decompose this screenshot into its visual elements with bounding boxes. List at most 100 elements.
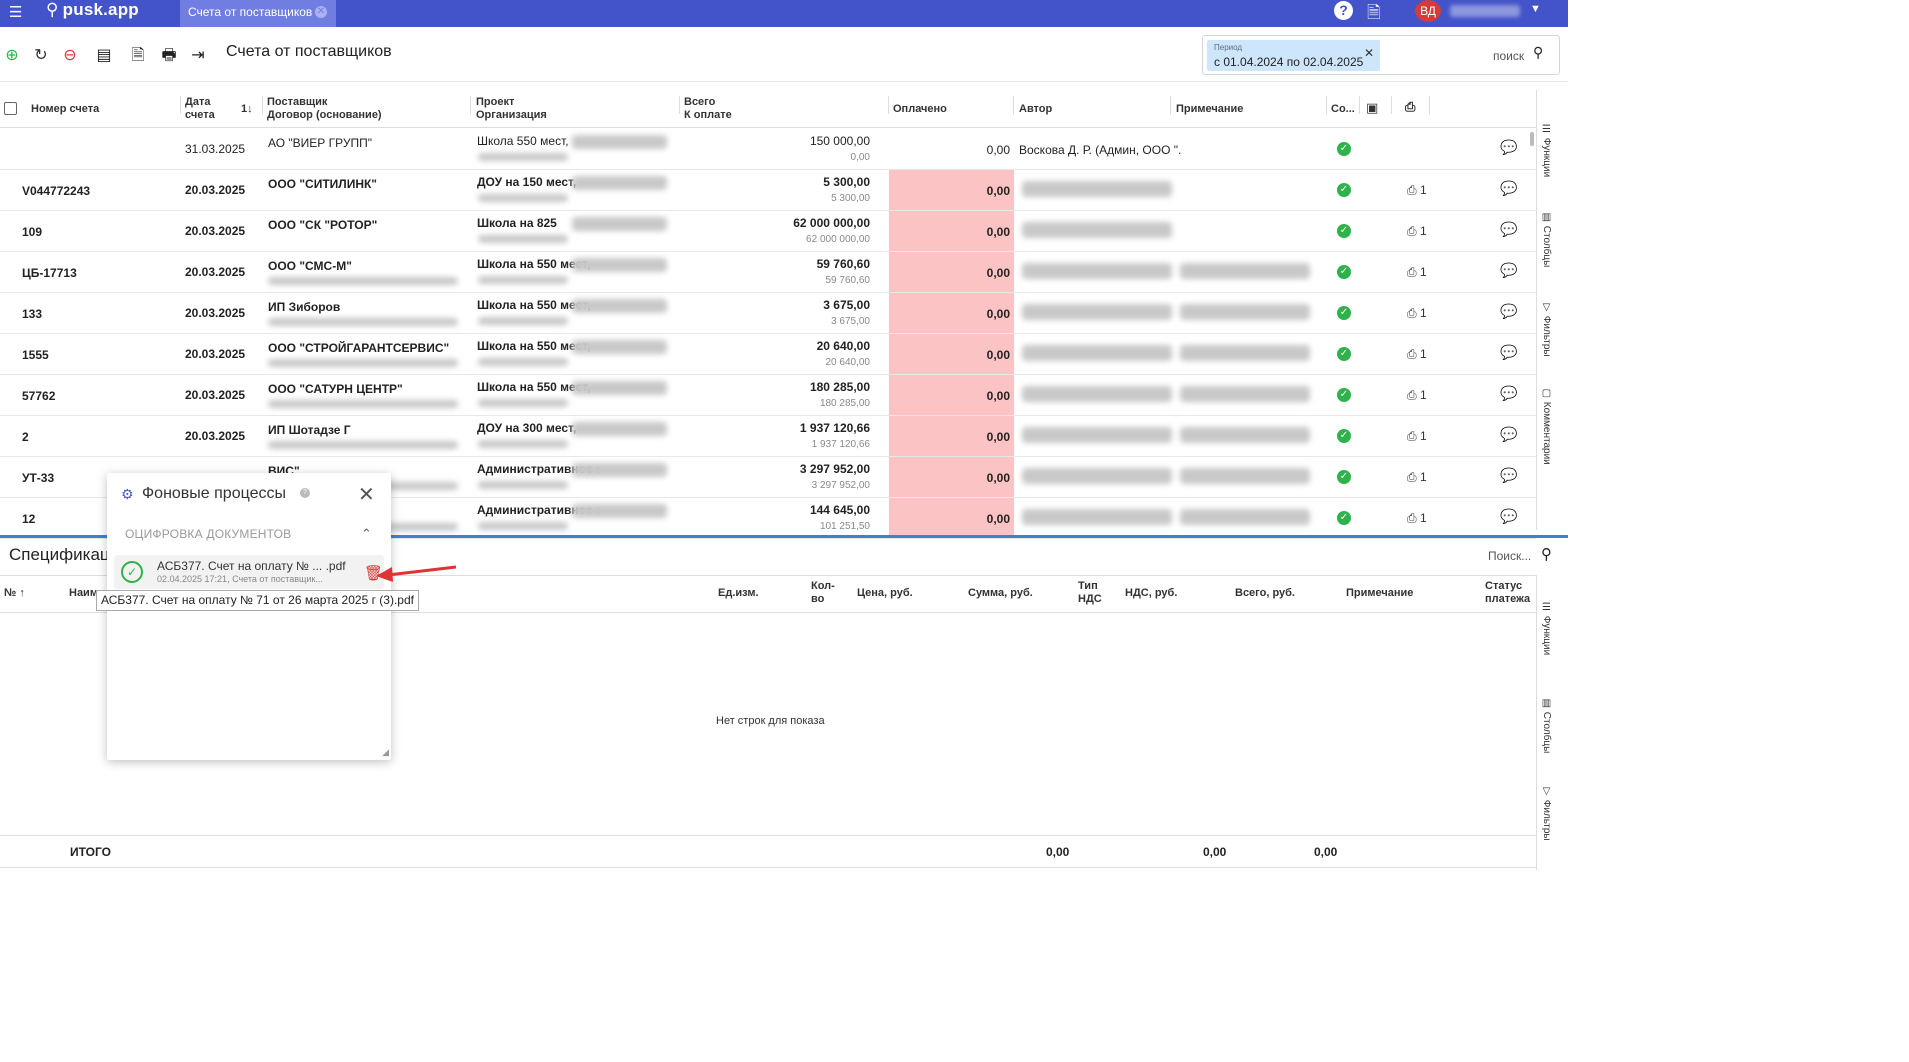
comment-icon[interactable]: 💬 xyxy=(1500,139,1517,156)
period-filter[interactable]: Период с 01.04.2024 по 02.04.2025 ✕ поис… xyxy=(1202,35,1560,75)
comment-icon[interactable]: 💬 xyxy=(1500,385,1517,402)
table-row[interactable]: 2 20.03.2025 ИП Шотадзе Г ДОУ на 300 мест, 1… xyxy=(0,416,1536,457)
attachment-count[interactable]: ⎙ 1 xyxy=(1407,388,1427,403)
chevron-up-icon[interactable]: ⌃ xyxy=(361,526,372,542)
resize-grip-icon[interactable]: ◢ xyxy=(382,747,389,758)
process-item-name: АСБ377. Счет на оплату № ... .pdf xyxy=(157,559,346,573)
spec-col-sum[interactable]: Сумма, руб. xyxy=(968,587,1033,600)
user-name-blurred[interactable] xyxy=(1450,5,1520,17)
spec-col-status-line2: платежа xyxy=(1485,593,1531,605)
spec-col-status[interactable]: Статус платежа xyxy=(1485,580,1530,606)
col-supplier[interactable]: Поставщик Договор (основание) xyxy=(267,96,382,122)
attachment-count[interactable]: ⎙ 1 xyxy=(1407,429,1427,444)
spec-search-placeholder[interactable]: Поиск... xyxy=(1488,549,1531,563)
spec-col-qty[interactable]: Кол-во xyxy=(811,580,835,606)
col-attachment-icon[interactable]: ⎙ xyxy=(1405,100,1415,113)
avatar[interactable]: ВД xyxy=(1415,0,1441,22)
col-paid[interactable]: Оплачено xyxy=(893,103,947,116)
document-icon[interactable]: 🗎 xyxy=(1367,0,1381,29)
table-row[interactable]: ЦБ-17713 20.03.2025 ООО "СМС-М" Школа на 55… xyxy=(0,252,1536,293)
help-icon[interactable]: ? xyxy=(1334,1,1353,20)
col-docs-icon[interactable]: ▣ xyxy=(1366,101,1378,114)
col-date[interactable]: Дата счета xyxy=(185,96,215,122)
col-number[interactable]: Номер счета xyxy=(31,103,99,116)
close-icon[interactable]: ✕ xyxy=(358,482,375,507)
comment-icon[interactable]: 💬 xyxy=(1500,426,1517,443)
side-tab-functions[interactable]: ☰ Функции xyxy=(1541,124,1552,177)
col-note[interactable]: Примечание xyxy=(1176,103,1243,116)
process-item[interactable]: ✓ АСБ377. Счет на оплату № ... .pdf 02.0… xyxy=(114,555,384,589)
redacted-text xyxy=(478,481,568,489)
comment-icon[interactable]: 💬 xyxy=(1500,508,1517,525)
attachment-count[interactable]: ⎙ 1 xyxy=(1407,511,1427,526)
tab-suppliers-invoices[interactable]: Счета от поставщиков ✕ xyxy=(180,0,336,27)
help-icon[interactable]: ? xyxy=(300,488,310,498)
close-tab-icon[interactable]: ✕ xyxy=(315,6,327,18)
list-icon[interactable]: ▤ xyxy=(95,47,113,65)
comment-icon[interactable]: 💬 xyxy=(1500,180,1517,197)
col-author[interactable]: Автор xyxy=(1019,103,1052,116)
spec-col-note[interactable]: Примечание xyxy=(1346,587,1413,600)
export-icon[interactable]: ⇥ xyxy=(189,47,207,65)
attachment-count[interactable]: ⎙ 1 xyxy=(1407,347,1427,362)
table-row[interactable]: 109 20.03.2025 ООО "СК "РОТОР" Школа на 825… xyxy=(0,211,1536,252)
col-total[interactable]: Всего К оплате xyxy=(684,96,732,122)
comment-icon[interactable]: 💬 xyxy=(1500,467,1517,484)
row-paid: 0,00 xyxy=(986,389,1010,403)
period-chip[interactable]: Период с 01.04.2024 по 02.04.2025 ✕ xyxy=(1207,40,1380,71)
attachment-count[interactable]: ⎙ 1 xyxy=(1407,306,1427,321)
spec-col-vat[interactable]: НДС, руб. xyxy=(1125,587,1177,600)
print-icon[interactable]: 🖶 xyxy=(160,47,178,65)
table-row[interactable]: 133 20.03.2025 ИП Зиборов Школа на 550 мест… xyxy=(0,293,1536,334)
row-topay: 59 760,60 xyxy=(825,275,871,286)
comment-icon[interactable]: 💬 xyxy=(1500,262,1517,279)
col-project-line1: Проект xyxy=(476,96,515,108)
table-row[interactable]: 1555 20.03.2025 ООО "СТРОЙГАРАНТСЕРВИС" Шко… xyxy=(0,334,1536,375)
side-tab-filters[interactable]: ▽ Фильтры xyxy=(1541,302,1552,357)
scrollbar-thumb[interactable] xyxy=(1530,132,1534,146)
clear-period-icon[interactable]: ✕ xyxy=(1364,46,1374,60)
sort-indicator[interactable]: 1↓ xyxy=(241,103,253,116)
comment-icon[interactable]: 💬 xyxy=(1500,221,1517,238)
spec-col-name[interactable]: Наим xyxy=(69,587,98,600)
comment-icon[interactable]: 💬 xyxy=(1500,303,1517,320)
attachment-count[interactable]: ⎙ 1 xyxy=(1407,470,1427,485)
spec-side-tab-filters[interactable]: ▽ Фильтры xyxy=(1541,786,1552,841)
search-icon[interactable]: ⚲ xyxy=(1533,44,1543,61)
spec-filter-icon: ▽ xyxy=(1541,786,1552,800)
col-project[interactable]: Проект Организация xyxy=(476,96,547,122)
app-logo[interactable]: ⚲ pusk.app xyxy=(46,0,139,27)
spec-col-vat-type[interactable]: Тип НДС xyxy=(1078,580,1102,606)
refresh-icon[interactable]: ↻ xyxy=(32,47,50,65)
col-co[interactable]: Со... xyxy=(1331,103,1355,116)
table-row[interactable]: 31.03.2025 АО "ВИЕР ГРУПП" Школа 550 мест,… xyxy=(0,129,1536,170)
attachment-count[interactable]: ⎙ 1 xyxy=(1407,183,1427,198)
table-row[interactable]: 57762 20.03.2025 ООО "САТУРН ЦЕНТР" Школа н… xyxy=(0,375,1536,416)
select-all-checkbox[interactable] xyxy=(4,102,17,115)
file-icon[interactable]: 🗎 xyxy=(129,47,147,65)
spec-col-qty-line1: Кол- xyxy=(811,580,835,592)
attachment-count[interactable]: ⎙ 1 xyxy=(1407,224,1427,239)
section-header[interactable]: ОЦИФРОВКА ДОКУМЕНТОВ xyxy=(125,527,291,541)
side-tab-comments[interactable]: ▢ Комментарии xyxy=(1541,388,1552,465)
attachment-count[interactable]: ⎙ 1 xyxy=(1407,265,1427,280)
menu-icon[interactable]: ☰ xyxy=(9,3,22,21)
chevron-down-icon[interactable]: ▼ xyxy=(1530,3,1541,15)
paperclip-icon: ⎙ xyxy=(1407,183,1420,197)
search-placeholder[interactable]: поиск xyxy=(1493,49,1524,63)
spec-col-no[interactable]: № ↑ xyxy=(4,587,25,600)
table-row[interactable]: V044772243 20.03.2025 ООО "СИТИЛИНК" ДОУ на… xyxy=(0,170,1536,211)
spec-col-price[interactable]: Цена, руб. xyxy=(857,587,913,600)
redacted-text xyxy=(1180,468,1310,484)
spec-side-tab-columns[interactable]: ▥ Столбцы xyxy=(1541,698,1552,753)
delete-icon[interactable]: ⊖ xyxy=(61,47,79,65)
row-total: 3 297 952,00 xyxy=(799,462,870,476)
comment-icon[interactable]: 💬 xyxy=(1500,344,1517,361)
spec-col-unit[interactable]: Ед.изм. xyxy=(718,587,759,600)
spec-side-tab-functions[interactable]: ☰ Функции xyxy=(1541,602,1552,655)
redacted-text xyxy=(268,441,458,449)
side-tab-columns[interactable]: ▥ Столбцы xyxy=(1541,212,1552,267)
spec-col-total[interactable]: Всего, руб. xyxy=(1235,587,1295,600)
add-icon[interactable]: ⊕ xyxy=(3,47,21,65)
spec-search-icon[interactable]: ⚲ xyxy=(1541,545,1552,563)
